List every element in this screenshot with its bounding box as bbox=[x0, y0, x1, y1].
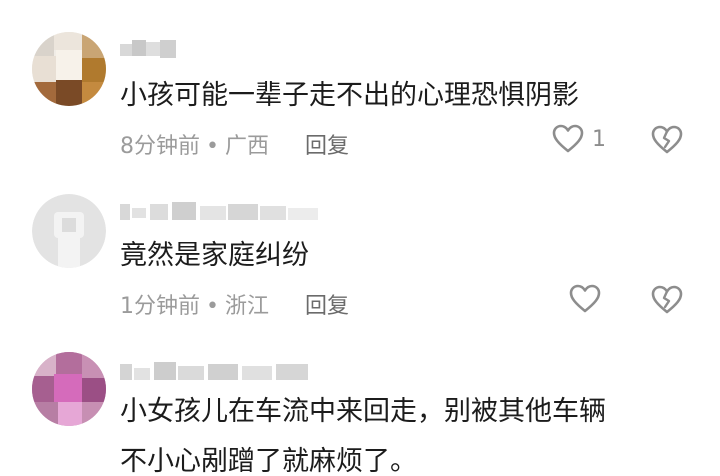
comment-text: 小孩可能一辈子走不出的心理恐惧阴影 bbox=[120, 80, 579, 111]
reply-button[interactable]: 回复 bbox=[305, 134, 349, 159]
comment-location: 广西 bbox=[224, 134, 269, 159]
avatar-image bbox=[32, 32, 106, 106]
dislike-button[interactable] bbox=[651, 125, 683, 159]
comment-item: 小孩可能一辈子走不出的心理恐惧阴影 8分钟前 • 广西 回复 1 bbox=[0, 0, 720, 180]
default-avatar-icon bbox=[32, 194, 106, 268]
blurred-username-graphic bbox=[120, 362, 308, 380]
like-button[interactable]: 1 bbox=[552, 124, 606, 154]
avatar[interactable] bbox=[32, 352, 106, 426]
username-blurred[interactable] bbox=[120, 362, 310, 382]
comment-item: 竟然是家庭纠纷 1分钟前 • 浙江 回复 bbox=[0, 180, 720, 340]
blurred-username-graphic bbox=[120, 202, 318, 220]
comment-location: 浙江 bbox=[224, 294, 269, 319]
like-count: 1 bbox=[592, 126, 606, 152]
comment-list: 小孩可能一辈子走不出的心理恐惧阴影 8分钟前 • 广西 回复 1 竟然是家庭纠纷… bbox=[0, 0, 720, 476]
like-button[interactable] bbox=[569, 284, 609, 314]
comment-text: 竟然是家庭纠纷 bbox=[120, 240, 309, 271]
dislike-button[interactable] bbox=[651, 285, 683, 319]
username-blurred[interactable] bbox=[120, 202, 320, 222]
avatar[interactable] bbox=[32, 32, 106, 106]
comment-item: 小女孩儿在车流中来回走，别被其他车辆 不小心剐蹭了就麻烦了。 bbox=[0, 340, 720, 476]
comment-text-line-1: 小女孩儿在车流中来回走，别被其他车辆 bbox=[120, 396, 606, 427]
separator-dot: • bbox=[206, 134, 219, 159]
heart-outline-icon bbox=[569, 284, 601, 313]
heart-outline-icon bbox=[552, 124, 584, 153]
broken-heart-icon bbox=[651, 125, 683, 154]
comment-text-line-2: 不小心剐蹭了就麻烦了。 bbox=[120, 446, 417, 476]
separator-dot: • bbox=[206, 294, 219, 319]
broken-heart-icon bbox=[651, 285, 683, 314]
comment-time: 1分钟前 bbox=[120, 294, 200, 319]
avatar-image bbox=[32, 352, 106, 426]
blurred-username-graphic bbox=[120, 40, 176, 58]
avatar[interactable] bbox=[32, 194, 106, 268]
username-blurred[interactable] bbox=[120, 40, 176, 60]
reply-button[interactable]: 回复 bbox=[305, 294, 349, 319]
comment-meta: 8分钟前 • 广西 回复 bbox=[120, 128, 349, 160]
comment-time: 8分钟前 bbox=[120, 134, 200, 159]
comment-meta: 1分钟前 • 浙江 回复 bbox=[120, 288, 349, 320]
